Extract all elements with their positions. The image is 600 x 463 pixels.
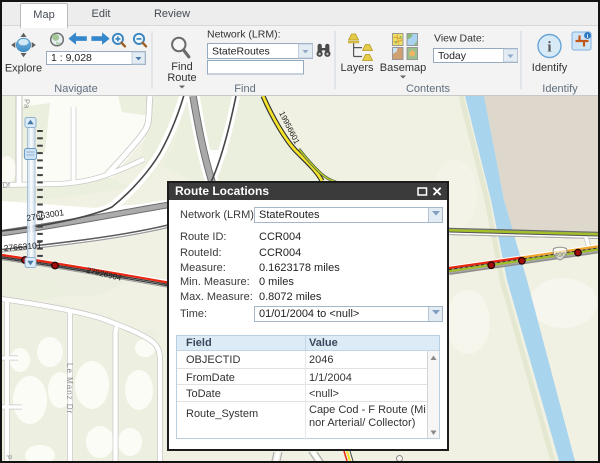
- svg-text:Le Manz Dr: Le Manz Dr: [65, 363, 74, 414]
- svg-text:StateRoutes: StateRoutes: [212, 46, 270, 58]
- svg-text:Today: Today: [438, 50, 467, 62]
- svg-text:490: 490: [554, 252, 566, 259]
- svg-text:Basemap: Basemap: [380, 62, 426, 74]
- svg-text:Identify: Identify: [532, 62, 568, 74]
- svg-text:i: i: [547, 40, 551, 56]
- svg-text:Network (LRM):: Network (LRM):: [207, 29, 281, 41]
- svg-text:Navigate: Navigate: [54, 83, 97, 95]
- svg-text:d: d: [7, 455, 14, 459]
- svg-text:1 : 9,028: 1 : 9,028: [51, 52, 92, 64]
- svg-text:Identify: Identify: [542, 83, 578, 95]
- svg-text:Route: Route: [167, 72, 196, 84]
- svg-text:Contents: Contents: [406, 83, 451, 95]
- svg-text:Layers: Layers: [340, 62, 374, 74]
- svg-text:Pa: Pa: [23, 99, 32, 109]
- svg-text:View Date:: View Date:: [434, 33, 485, 45]
- svg-text:Find: Find: [234, 83, 255, 95]
- svg-text:Explore: Explore: [5, 63, 42, 75]
